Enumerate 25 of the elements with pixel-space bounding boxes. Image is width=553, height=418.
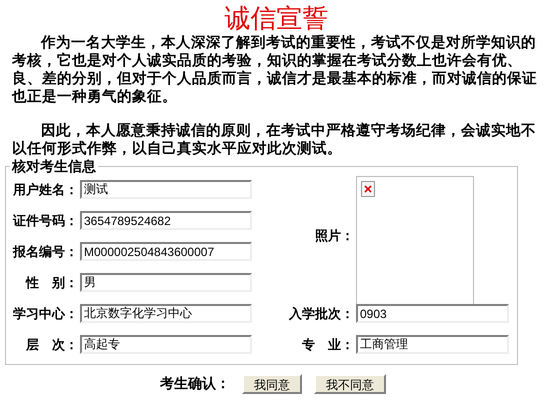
field-label: 用户姓名： [12,180,78,199]
input-field[interactable]: 0903 [356,304,509,323]
input-field[interactable]: 北京数字化学习中心 [80,304,252,323]
page-title: 诚信宣誓 [224,4,328,34]
input-field[interactable]: 工商管理 [356,335,509,354]
field-label: 层 次： [24,336,78,354]
field-label: 学习中心： [12,304,78,323]
field-label: 性 别： [24,274,78,292]
input-field[interactable]: M000002504843600007 [80,242,252,261]
broken-image-icon [361,181,375,197]
input-field[interactable]: 高起专 [80,335,252,354]
input-field[interactable]: 测试 [80,180,252,199]
oath-paragraph: 作为一名大学生，本人深深了解到考试的重要性，考试不仅是对所学知识的考核，它也是对个人诚实品质的考验，知识的掌握在考试分数上也许会有优、良、差的分别，但对于个人品质而言，诚信才是最基本的标准，而对诚信的保证也正是一种勇气的象征。 [12,34,538,106]
agree-button[interactable]: 我同意 [242,374,302,394]
panel-legend: 核对考生信息 [10,158,98,174]
field-label: 入学批次： [288,304,354,323]
oath-paragraph: 因此，本人愿意秉持诚信的原则，在考试中严格遵守考场纪律，会诚实地不以任何形式作弊，以自己真实水平应对此次测试。 [12,122,537,158]
field-label: 报名编号： [12,242,78,261]
agree-button[interactable]: 我不同意 [314,374,386,394]
confirm-label: 考生确认： [160,374,230,393]
input-field[interactable]: 男 [80,273,252,292]
input-field[interactable]: 3654789524682 [80,211,252,230]
field-label: 证件号码： [12,212,78,230]
photo-label: 照片： [314,227,354,246]
field-label: 专 业： [301,336,354,354]
